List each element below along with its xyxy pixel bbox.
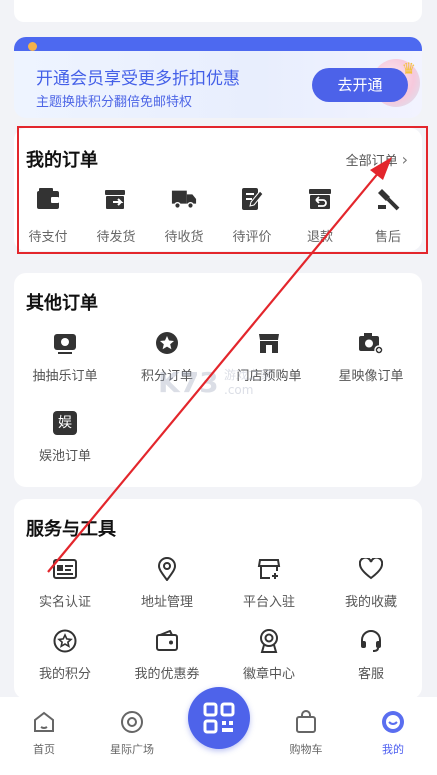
my-points[interactable]: 我的积分	[14, 627, 116, 682]
grid-item-label: 星映像订单	[338, 369, 404, 384]
platform-join[interactable]: 平台入驻	[218, 555, 320, 610]
grid-item-label: 我的优惠券	[134, 667, 200, 682]
my-favorites[interactable]: 我的收藏	[320, 555, 422, 610]
cart-icon	[293, 709, 319, 735]
order-item-label: 待发货	[96, 230, 136, 245]
tab-cart[interactable]: 购物车	[266, 709, 346, 757]
order-pending-review[interactable]: 待评价	[218, 186, 286, 245]
order-item-label: 退款	[306, 230, 333, 245]
order-item-label: 待评价	[232, 230, 272, 245]
tab-label: 我的	[382, 743, 404, 756]
address-management[interactable]: 地址管理	[116, 555, 218, 610]
all-orders-link[interactable]: 全部订单 ›	[346, 150, 408, 169]
points-orders[interactable]: 积分订单	[116, 329, 218, 384]
grid-item-label: 平台入驻	[242, 595, 295, 610]
star-circle-icon	[51, 627, 79, 655]
grid-item-label: 地址管理	[140, 595, 193, 610]
order-after-sales[interactable]: 售后	[354, 186, 422, 245]
order-item-label: 待收货	[164, 230, 204, 245]
services-tools-card: 服务与工具 实名认证 地址管理 平台入驻 我的收藏 我的积分 我的优惠券 徽章中…	[14, 499, 422, 699]
wallet-icon	[35, 186, 61, 212]
coupon-icon	[153, 627, 181, 655]
home-icon	[31, 709, 57, 735]
order-pending-shipment[interactable]: 待发货	[82, 186, 150, 245]
my-orders-card: 我的订单 全部订单 › 待支付 待发货 待收货 待评价 退款 售后	[14, 128, 422, 251]
headset-icon	[357, 627, 385, 655]
other-orders-row-1: 抽抽乐订单 积分订单 门店预购单 星映像订单	[14, 329, 422, 384]
grid-item-label: 娱池订单	[38, 449, 91, 464]
tab-home[interactable]: 首页	[4, 709, 84, 757]
edit-note-icon	[239, 186, 265, 212]
tab-label: 星际广场	[110, 743, 154, 756]
grid-item-label: 门店预购单	[236, 369, 302, 384]
camera-icon	[357, 329, 385, 357]
scan-button[interactable]	[188, 687, 250, 749]
tab-label: 购物车	[289, 743, 323, 756]
other-orders-title: 其他订单	[26, 293, 98, 314]
star-image-orders[interactable]: 星映像订单	[320, 329, 422, 384]
tab-label: 首页	[33, 743, 55, 756]
membership-subtitle: 主题换肤积分翻倍免邮特权	[36, 95, 193, 110]
services-row-2: 我的积分 我的优惠券 徽章中心 客服	[14, 627, 422, 682]
tab-mine[interactable]: 我的	[353, 709, 433, 757]
all-orders-label: 全部订单	[345, 154, 398, 169]
services-row-1: 实名认证 地址管理 平台入驻 我的收藏	[14, 555, 422, 610]
membership-title: 开通会员享受更多折扣优惠	[36, 69, 240, 89]
other-orders-card: 其他订单 抽抽乐订单 积分订单 门店预购单 星映像订单 娱 娱池订单	[14, 273, 422, 487]
qr-scan-icon	[203, 702, 235, 734]
badge-icon	[255, 627, 283, 655]
hammer-icon	[375, 186, 401, 212]
entertainment-glyph: 娱	[53, 411, 77, 435]
lottery-orders[interactable]: 抽抽乐订单	[14, 329, 116, 384]
order-item-label: 待支付	[28, 230, 68, 245]
heart-icon	[357, 555, 385, 583]
refund-icon	[307, 186, 333, 212]
services-tools-title: 服务与工具	[26, 519, 116, 540]
location-pin-icon	[153, 555, 181, 583]
grid-item-label: 实名认证	[38, 595, 91, 610]
grid-item-label: 积分订单	[140, 369, 193, 384]
grid-item-label: 我的积分	[38, 667, 91, 682]
planet-icon	[119, 709, 145, 735]
entertainment-icon: 娱	[51, 409, 79, 437]
shop-join-icon	[255, 555, 283, 583]
real-name-verification[interactable]: 实名认证	[14, 555, 116, 610]
order-status-row: 待支付 待发货 待收货 待评价 退款 售后	[14, 186, 422, 245]
grid-item-label: 抽抽乐订单	[32, 369, 98, 384]
star-points-icon	[153, 329, 181, 357]
store-preorders[interactable]: 门店预购单	[218, 329, 320, 384]
truck-icon	[171, 186, 197, 212]
order-pending-payment[interactable]: 待支付	[14, 186, 82, 245]
banner-top-bar	[14, 37, 422, 51]
membership-banner[interactable]: 开通会员享受更多折扣优惠 主题换肤积分翻倍免邮特权 ♛ 去开通	[14, 37, 422, 118]
store-icon	[255, 329, 283, 357]
customer-service[interactable]: 客服	[320, 627, 422, 682]
my-orders-title: 我的订单	[26, 150, 98, 171]
chevron-right-icon: ›	[401, 150, 408, 169]
my-coupons[interactable]: 我的优惠券	[116, 627, 218, 682]
order-pending-receipt[interactable]: 待收货	[150, 186, 218, 245]
entertainment-orders[interactable]: 娱 娱池订单	[14, 409, 116, 464]
badge-center[interactable]: 徽章中心	[218, 627, 320, 682]
grid-item-label: 徽章中心	[242, 667, 295, 682]
lottery-icon	[51, 329, 79, 357]
order-item-label: 售后	[374, 230, 401, 245]
tab-star-plaza[interactable]: 星际广场	[92, 709, 172, 757]
grid-item-label: 客服	[357, 667, 384, 682]
activate-membership-button[interactable]: 去开通	[312, 68, 408, 102]
order-refund[interactable]: 退款	[286, 186, 354, 245]
id-card-icon	[51, 555, 79, 583]
package-send-icon	[103, 186, 129, 212]
other-orders-row-2: 娱 娱池订单	[14, 409, 422, 464]
previous-section-card	[14, 0, 422, 22]
grid-item-label: 我的收藏	[344, 595, 397, 610]
profile-icon	[380, 709, 406, 735]
banner-dot	[28, 42, 37, 51]
